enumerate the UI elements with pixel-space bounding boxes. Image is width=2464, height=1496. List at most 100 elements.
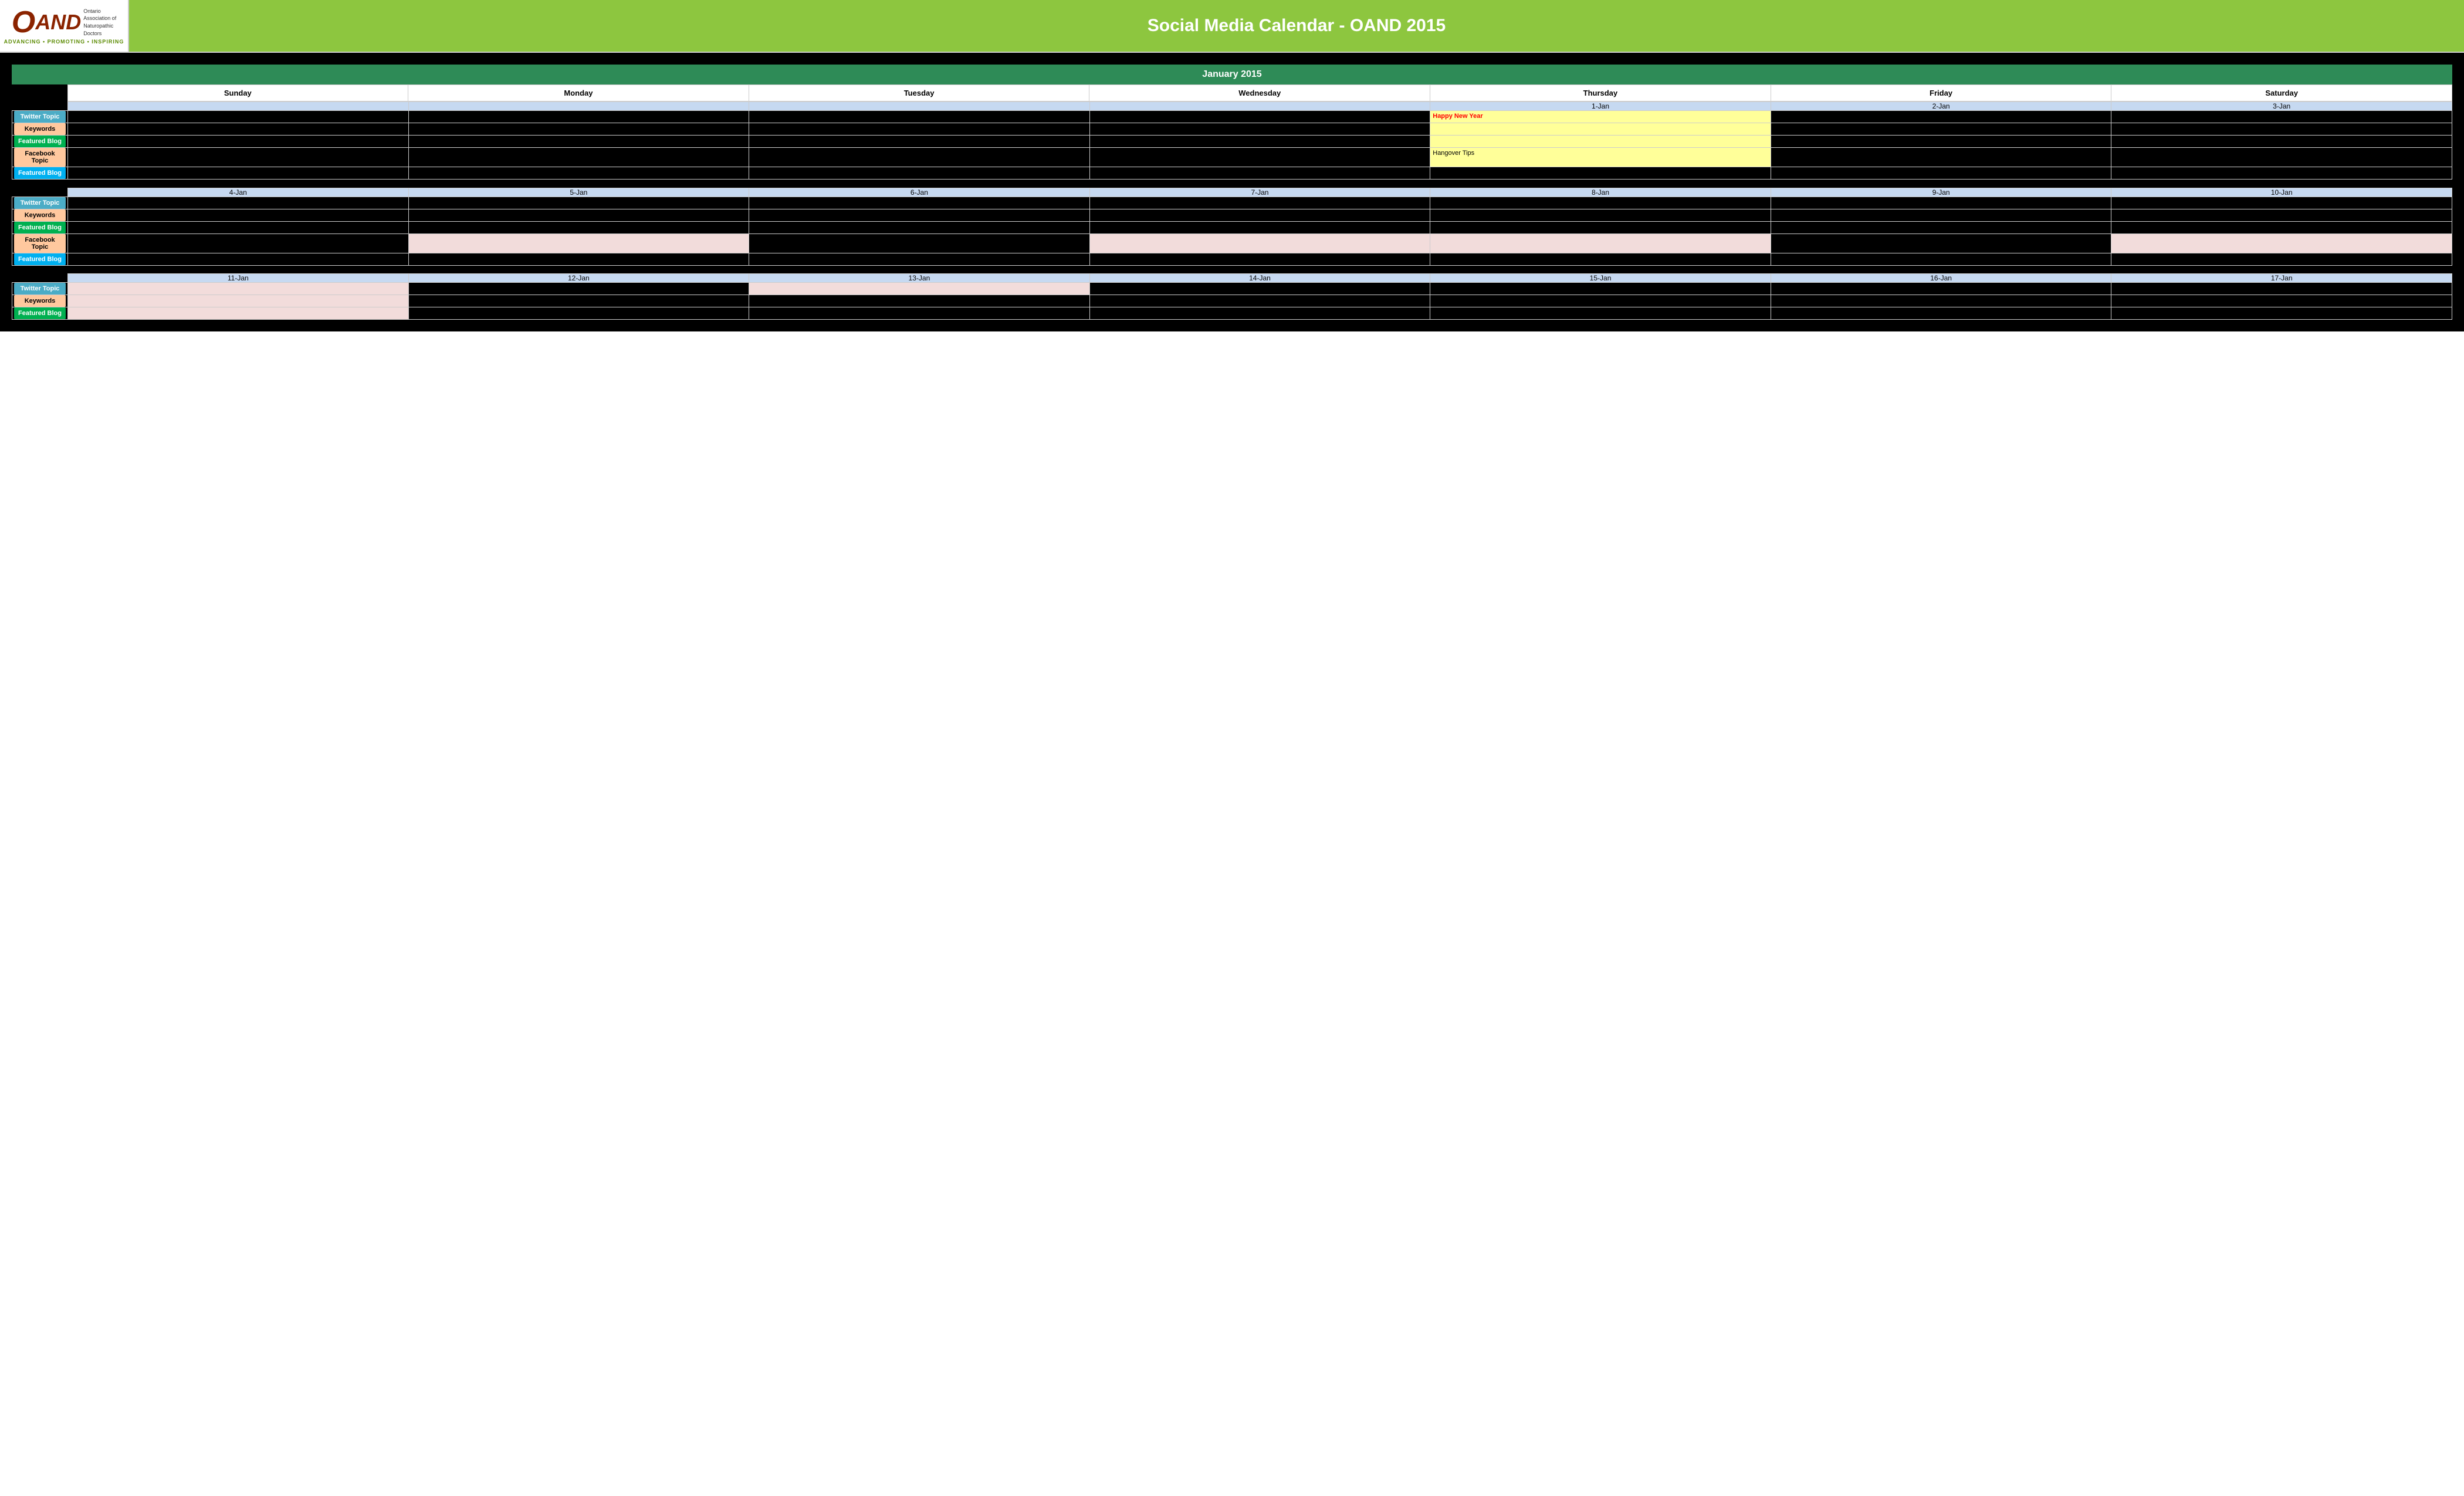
w3-kw-sat [2111, 295, 2452, 307]
w3-fg-tue [749, 307, 1090, 320]
keywords-label-badge: Keywords [14, 123, 66, 135]
twitter-label-w1: Twitter Topic [12, 111, 68, 123]
w3-thu-date: 15-Jan [1430, 274, 1771, 283]
w1-fb-fri [1771, 136, 2111, 148]
saturday-header: Saturday [2111, 85, 2452, 101]
week1-keywords-row: Keywords [12, 123, 2452, 136]
monday-header: Monday [408, 85, 749, 101]
week3-twitter-row: Twitter Topic [12, 283, 2452, 295]
facebook-label-badge: Facebook Topic [14, 148, 66, 167]
w3-kw-thu [1430, 295, 1771, 307]
tuesday-header: Tuesday [749, 85, 1089, 101]
week3-table: 11-Jan 12-Jan 13-Jan 14-Jan 15-Jan 16-Ja… [12, 273, 2452, 320]
featured-label-badge-w2: Featured Blog [14, 222, 66, 233]
week1-gap [12, 180, 2452, 188]
friday-header: Friday [1771, 85, 2111, 101]
w2-twitter-mon [408, 197, 749, 209]
w2-fg-sat [2111, 221, 2452, 233]
w3-fg-sun [68, 307, 409, 320]
w1-mon-date [408, 102, 749, 111]
keywords-label-w2: Keywords [12, 209, 68, 221]
w1-thu-date: 1-Jan [1430, 102, 1771, 111]
w2-fbt-wed [1089, 233, 1430, 253]
featured-label-badge: Featured Blog [14, 136, 66, 147]
featured-label-w3: Featured Blog [12, 307, 68, 320]
week2-featured2-row: Featured Blog [12, 253, 2452, 265]
w1-sat-date: 3-Jan [2111, 102, 2452, 111]
w3-sun-date: 11-Jan [68, 274, 409, 283]
w2-mon-date: 5-Jan [408, 188, 749, 197]
w2-sun-date: 4-Jan [68, 188, 409, 197]
featured-label-w1: Featured Blog [12, 136, 68, 148]
featured-label-w2: Featured Blog [12, 221, 68, 233]
w1-fbt-wed [1089, 148, 1430, 167]
keywords-label-w1: Keywords [12, 123, 68, 136]
calendar-header-table: Sunday Monday Tuesday Wednesday Thursday… [12, 84, 2452, 101]
w2-sat-date: 10-Jan [2111, 188, 2452, 197]
w1-fb-wed [1089, 136, 1430, 148]
w3-twitter-mon [408, 283, 749, 295]
w3-sat-date: 17-Jan [2111, 274, 2452, 283]
logo-tagline: ADVANCING • PROMOTING • INSPIRING [4, 39, 124, 45]
w1-facebook-thu-text: Hangover Tips [1430, 148, 1477, 158]
w3-twitter-sat [2111, 283, 2452, 295]
w2-kw-fri [1771, 209, 2111, 221]
w1-twitter-wed [1089, 111, 1430, 123]
w2-twitter-sat [2111, 197, 2452, 209]
w2-wed-date: 7-Jan [1089, 188, 1430, 197]
w2-fb2-sat [2111, 253, 2452, 265]
w2-kw-wed [1089, 209, 1430, 221]
w2-fb2-tue [749, 253, 1090, 265]
w3-fg-thu [1430, 307, 1771, 320]
w3-fg-sat [2111, 307, 2452, 320]
w2-fbt-tue [749, 233, 1090, 253]
w2-twitter-tue [749, 197, 1090, 209]
w2-kw-thu [1430, 209, 1771, 221]
w2-kw-mon [408, 209, 749, 221]
w2-fbt-mon [408, 233, 749, 253]
w1-kw-thu [1430, 123, 1771, 136]
w1-kw-sat [2111, 123, 2452, 136]
w1-twitter-thu: Happy New Year [1430, 111, 1771, 123]
w2-fg-tue [749, 221, 1090, 233]
w3-kw-fri [1771, 295, 2111, 307]
week2-facebook-row: Facebook Topic [12, 233, 2452, 253]
month-header: January 2015 [12, 65, 2452, 84]
w2-fb2-thu [1430, 253, 1771, 265]
w1-kw-mon [408, 123, 749, 136]
w1-fbt-mon [408, 148, 749, 167]
logo-o-letter: O [12, 7, 35, 38]
week1-featured2-row: Featured Blog [12, 167, 2452, 180]
w1-fb2-fri [1771, 167, 2111, 180]
w2-kw-tue [749, 209, 1090, 221]
w1-fri-date: 2-Jan [1771, 102, 2111, 111]
w1-fb2-tue [749, 167, 1090, 180]
w1-twitter-mon [408, 111, 749, 123]
w2-thu-date: 8-Jan [1430, 188, 1771, 197]
keywords-label-badge-w3: Keywords [14, 295, 66, 307]
sunday-header: Sunday [67, 85, 408, 101]
keywords-label-badge-w2: Keywords [14, 209, 66, 221]
week1-table: 1-Jan 2-Jan 3-Jan Twitter Topic Happy Ne… [12, 101, 2452, 188]
page-header: O AND Ontario Association of Naturopathi… [0, 0, 2464, 53]
w1-fbt-sun [68, 148, 409, 167]
w2-fbt-thu [1430, 233, 1771, 253]
w3-twitter-tue [749, 283, 1090, 295]
week3-featured-row: Featured Blog [12, 307, 2452, 320]
featured2-label-badge-w2: Featured Blog [14, 253, 66, 265]
w3-fri-date: 16-Jan [1771, 274, 2111, 283]
days-header-row: Sunday Monday Tuesday Wednesday Thursday… [12, 85, 2452, 101]
w1-fbt-fri [1771, 148, 2111, 167]
w1-fb-tue [749, 136, 1090, 148]
w2-fb2-sun [68, 253, 409, 265]
facebook-label-badge-w2: Facebook Topic [14, 234, 66, 253]
w2-kw-sat [2111, 209, 2452, 221]
w1-fb2-mon [408, 167, 749, 180]
keywords-label-w3: Keywords [12, 295, 68, 307]
w2-kw-sun [68, 209, 409, 221]
week2-twitter-row: Twitter Topic [12, 197, 2452, 209]
w1-fb2-sun [68, 167, 409, 180]
w3-mon-date: 12-Jan [408, 274, 749, 283]
logo-and-text: AND [35, 12, 81, 33]
w3-twitter-wed [1089, 283, 1430, 295]
